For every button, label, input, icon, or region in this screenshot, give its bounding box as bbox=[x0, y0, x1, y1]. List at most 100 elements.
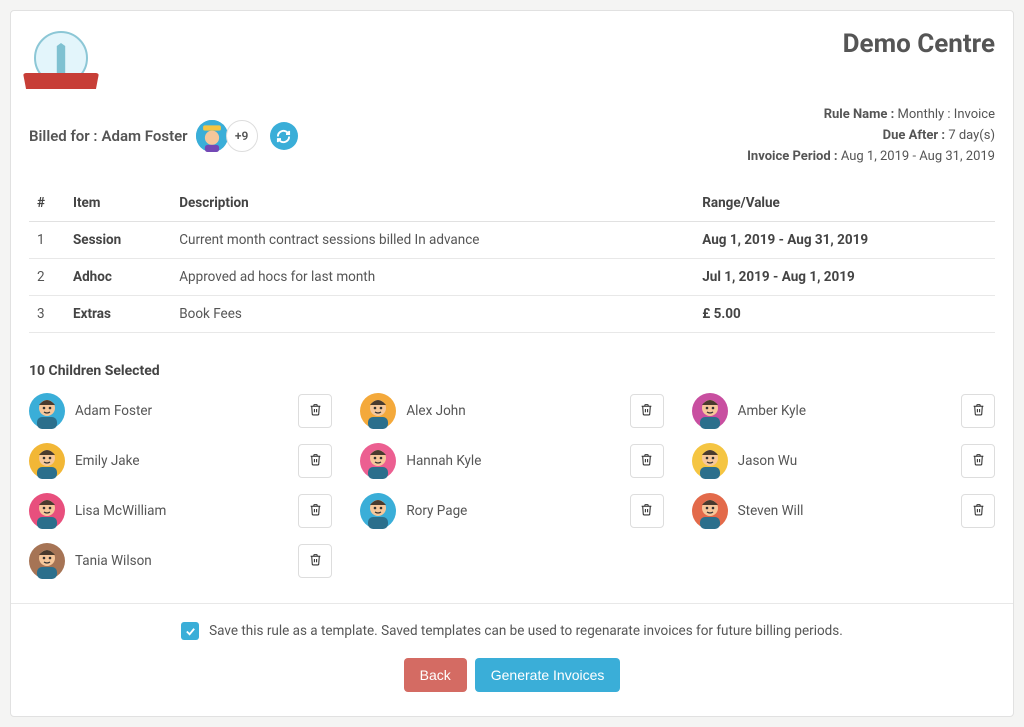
child-info: Amber Kyle bbox=[692, 393, 806, 429]
cell-range: £ 5.00 bbox=[694, 296, 995, 333]
child-name: Alex John bbox=[406, 403, 465, 419]
child-name: Jason Wu bbox=[738, 453, 798, 469]
child-row: Alex John bbox=[360, 393, 663, 429]
child-name: Emily Jake bbox=[75, 453, 139, 469]
child-row: Rory Page bbox=[360, 493, 663, 529]
cell-item: Extras bbox=[65, 296, 171, 333]
cell-desc: Approved ad hocs for last month bbox=[171, 259, 694, 296]
trash-icon bbox=[640, 503, 653, 519]
child-row: Hannah Kyle bbox=[360, 443, 663, 479]
child-avatar bbox=[29, 543, 65, 579]
table-row: 3ExtrasBook Fees£ 5.00 bbox=[29, 296, 995, 333]
divider bbox=[11, 603, 1013, 604]
children-grid: Adam Foster Alex John Amber Kyle Emily Jake… bbox=[29, 393, 995, 579]
remove-child-button[interactable] bbox=[298, 394, 332, 428]
col-range: Range/Value bbox=[694, 185, 995, 222]
child-name: Hannah Kyle bbox=[406, 453, 481, 469]
child-info: Hannah Kyle bbox=[360, 443, 481, 479]
col-desc: Description bbox=[171, 185, 694, 222]
refresh-button[interactable] bbox=[270, 122, 298, 150]
rule-name-value: Monthly : Invoice bbox=[898, 107, 995, 122]
action-buttons: Back Generate Invoices bbox=[29, 658, 995, 692]
child-info: Emily Jake bbox=[29, 443, 139, 479]
child-name: Steven Will bbox=[738, 503, 804, 519]
extra-count-badge[interactable]: +9 bbox=[226, 120, 258, 152]
child-avatar bbox=[29, 393, 65, 429]
save-template-checkbox[interactable] bbox=[181, 622, 199, 640]
refresh-icon bbox=[276, 129, 291, 144]
trash-icon bbox=[309, 453, 322, 469]
child-avatar bbox=[29, 493, 65, 529]
child-name: Adam Foster bbox=[75, 403, 152, 419]
col-num: # bbox=[29, 185, 65, 222]
rule-name-label: Rule Name : bbox=[824, 107, 895, 122]
rules-table: # Item Description Range/Value 1SessionC… bbox=[29, 185, 995, 333]
billed-for: Billed for : Adam Foster +9 bbox=[29, 120, 298, 152]
child-info: Lisa McWilliam bbox=[29, 493, 166, 529]
centre-logo bbox=[29, 29, 93, 93]
child-row: Emily Jake bbox=[29, 443, 332, 479]
table-row: 2AdhocApproved ad hocs for last monthJul… bbox=[29, 259, 995, 296]
billed-avatar bbox=[196, 120, 228, 152]
cell-num: 1 bbox=[29, 222, 65, 259]
cell-range: Aug 1, 2019 - Aug 31, 2019 bbox=[694, 222, 995, 259]
child-info: Adam Foster bbox=[29, 393, 152, 429]
child-info: Rory Page bbox=[360, 493, 467, 529]
billed-name: Adam Foster bbox=[102, 127, 188, 145]
child-avatar bbox=[692, 443, 728, 479]
child-avatar bbox=[29, 443, 65, 479]
trash-icon bbox=[309, 403, 322, 419]
remove-child-button[interactable] bbox=[630, 494, 664, 528]
remove-child-button[interactable] bbox=[961, 494, 995, 528]
remove-child-button[interactable] bbox=[630, 444, 664, 478]
trash-icon bbox=[972, 453, 985, 469]
cell-desc: Current month contract sessions billed I… bbox=[171, 222, 694, 259]
remove-child-button[interactable] bbox=[961, 444, 995, 478]
remove-child-button[interactable] bbox=[298, 444, 332, 478]
billed-label: Billed for : bbox=[29, 127, 98, 145]
remove-child-button[interactable] bbox=[298, 494, 332, 528]
child-avatar bbox=[360, 443, 396, 479]
invoice-card: Demo Centre Billed for : Adam Foster +9 … bbox=[10, 10, 1014, 717]
child-avatar bbox=[360, 493, 396, 529]
trash-icon bbox=[972, 503, 985, 519]
child-name: Rory Page bbox=[406, 503, 467, 519]
billed-meta-row: Billed for : Adam Foster +9 Rule Name : … bbox=[29, 105, 995, 167]
child-name: Tania Wilson bbox=[75, 553, 152, 569]
table-header-row: # Item Description Range/Value bbox=[29, 185, 995, 222]
remove-child-button[interactable] bbox=[630, 394, 664, 428]
trash-icon bbox=[309, 503, 322, 519]
child-row: Jason Wu bbox=[692, 443, 995, 479]
header-row: Demo Centre bbox=[29, 29, 995, 93]
child-info: Jason Wu bbox=[692, 443, 798, 479]
period-label: Invoice Period : bbox=[747, 149, 837, 164]
centre-title: Demo Centre bbox=[843, 29, 995, 59]
due-label: Due After : bbox=[883, 128, 945, 143]
generate-invoices-button[interactable]: Generate Invoices bbox=[475, 658, 621, 692]
cell-range: Jul 1, 2019 - Aug 1, 2019 bbox=[694, 259, 995, 296]
child-info: Alex John bbox=[360, 393, 465, 429]
cell-num: 2 bbox=[29, 259, 65, 296]
remove-child-button[interactable] bbox=[298, 544, 332, 578]
back-button[interactable]: Back bbox=[404, 658, 467, 692]
child-row: Lisa McWilliam bbox=[29, 493, 332, 529]
save-template-label: Save this rule as a template. Saved temp… bbox=[209, 623, 843, 639]
children-selected-title: 10 Children Selected bbox=[29, 363, 995, 379]
cell-item: Session bbox=[65, 222, 171, 259]
child-name: Lisa McWilliam bbox=[75, 503, 166, 519]
cell-desc: Book Fees bbox=[171, 296, 694, 333]
cell-item: Adhoc bbox=[65, 259, 171, 296]
child-avatar bbox=[360, 393, 396, 429]
table-row: 1SessionCurrent month contract sessions … bbox=[29, 222, 995, 259]
child-row: Adam Foster bbox=[29, 393, 332, 429]
child-row: Steven Will bbox=[692, 493, 995, 529]
trash-icon bbox=[640, 403, 653, 419]
child-row: Tania Wilson bbox=[29, 543, 332, 579]
remove-child-button[interactable] bbox=[961, 394, 995, 428]
child-row: Amber Kyle bbox=[692, 393, 995, 429]
save-template-row: Save this rule as a template. Saved temp… bbox=[29, 622, 995, 640]
trash-icon bbox=[640, 453, 653, 469]
due-value: 7 day(s) bbox=[948, 128, 995, 143]
period-value: Aug 1, 2019 - Aug 31, 2019 bbox=[841, 149, 995, 164]
trash-icon bbox=[309, 553, 322, 569]
